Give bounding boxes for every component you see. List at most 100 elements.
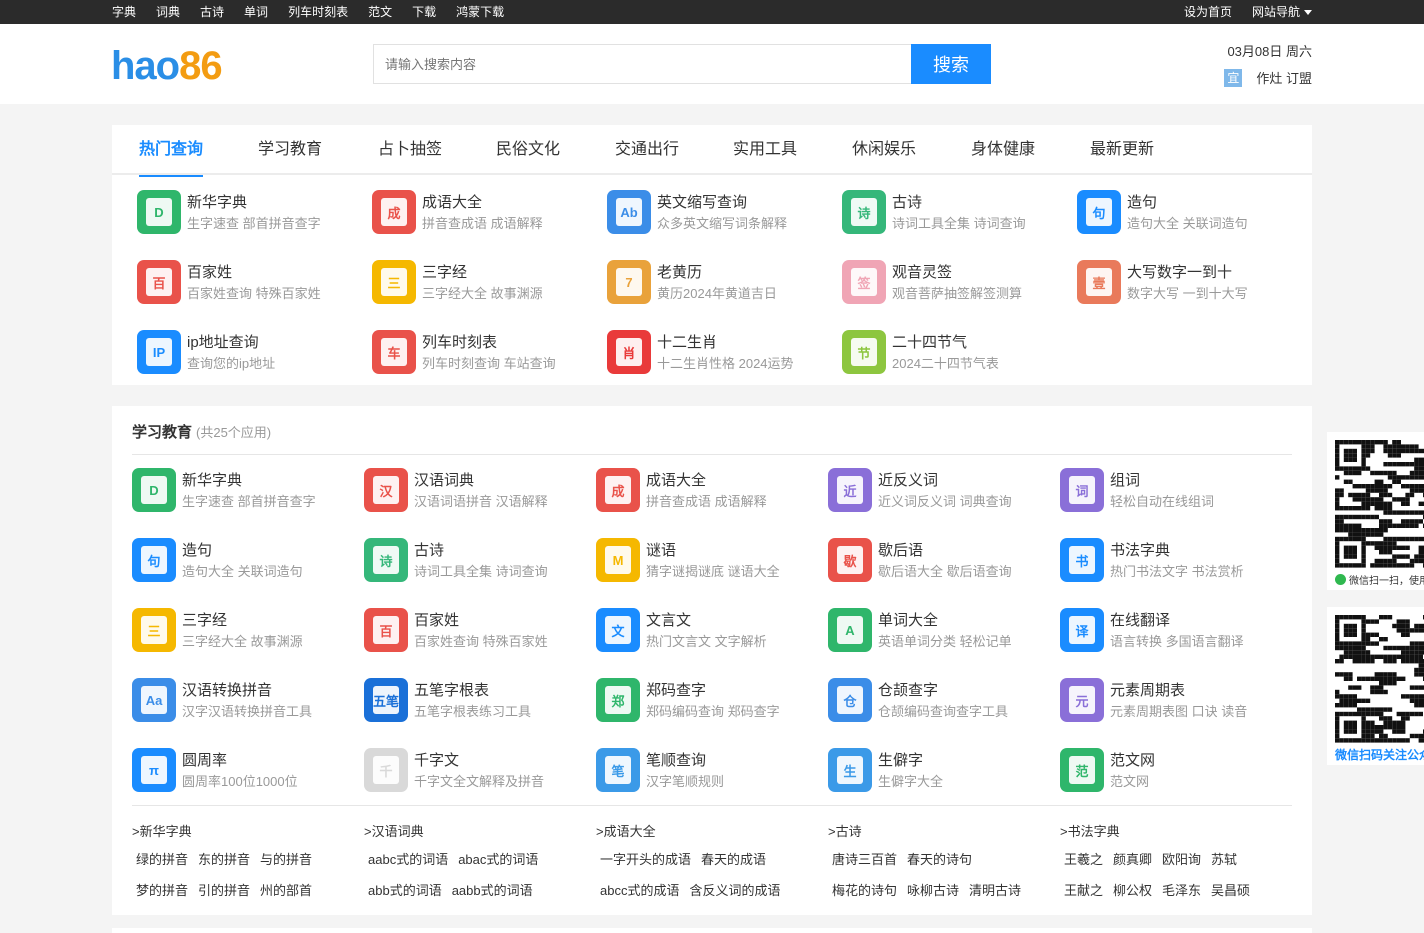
app-item[interactable]: 三三字经 三字经大全 故事渊源 (372, 257, 602, 307)
app-item[interactable]: 千千字文 千字文全文解释及拼音 (364, 745, 594, 795)
keyword-link[interactable]: 东的拼音 (198, 852, 250, 867)
tab-2[interactable]: 占卜抽签 (378, 125, 442, 175)
top-link[interactable]: 鸿蒙下载 (456, 0, 504, 24)
tab-0[interactable]: 热门查询 (139, 125, 204, 177)
tab-4[interactable]: 交通出行 (615, 125, 679, 175)
tab-3[interactable]: 民俗文化 (496, 125, 560, 175)
search-bar: 搜索 (373, 44, 991, 84)
app-item[interactable]: 车列车时刻表 列车时刻查询 车站查询 (372, 327, 602, 377)
app-item[interactable]: 百百家姓 百家姓查询 特殊百家姓 (137, 257, 367, 307)
app-item[interactable]: Ab 英文缩写查询 众多英文缩写词条解释 (607, 187, 837, 237)
app-item[interactable]: Aa 汉语转换拼音 汉字汉语转换拼音工具 (132, 675, 362, 725)
keyword-link[interactable]: aabc式的词语 (368, 852, 448, 867)
app-item[interactable]: 词组词 轻松自动在线组词 (1060, 465, 1290, 515)
app-item[interactable]: 句造句 造句大全 关联词造句 (132, 535, 362, 585)
top-link[interactable]: 下载 (412, 0, 436, 24)
keyword-link[interactable]: aabb式的词语 (452, 883, 533, 898)
app-item[interactable]: 句造句 造句大全 关联词造句 (1077, 187, 1307, 237)
top-link[interactable]: 列车时刻表 (288, 0, 348, 24)
set-home-link[interactable]: 设为首页 (1184, 0, 1232, 24)
app-item[interactable]: 笔笔顺查询 汉字笔顺规则 (596, 745, 826, 795)
app-item[interactable]: π 圆周率 圆周率100位1000位 (132, 745, 362, 795)
poem-icon: 诗 (842, 190, 886, 234)
app-item[interactable]: 成成语大全 拼音查成语 成语解释 (372, 187, 602, 237)
app-item[interactable]: IP ip地址查询 查询您的ip地址 (137, 327, 367, 377)
app-item[interactable]: 郑郑码查字 郑码编码查询 郑码查字 (596, 675, 826, 725)
keyword-row: 唐诗三百首 春天的诗句 (832, 849, 982, 868)
app-item[interactable]: 书书法字典 热门书法文字 书法赏析 (1060, 535, 1290, 585)
app-item[interactable]: 生生僻字 生僻字大全 (828, 745, 1058, 795)
almanac[interactable]: 宜 作灶 订盟 (1224, 68, 1312, 87)
keyword-link[interactable]: 春天的成语 (701, 852, 766, 867)
keyword-link[interactable]: 引的拼音 (198, 883, 250, 898)
keyword-link[interactable]: 梦的拼音 (136, 883, 188, 898)
keyword-group-title[interactable]: >书法字典 (1060, 821, 1120, 840)
app-item[interactable]: 签观音灵签 观音菩萨抽签解签测算 (842, 257, 1072, 307)
keyword-link[interactable]: 吴昌硕 (1211, 883, 1250, 898)
app-item[interactable]: M 谜语 猜字谜揭谜底 谜语大全 (596, 535, 826, 585)
app-item[interactable]: 近近反义词 近义词反义词 词典查询 (828, 465, 1058, 515)
keyword-group-title[interactable]: >新华字典 (132, 821, 192, 840)
app-item[interactable]: 壹大写数字一到十 数字大写 一到十大写 (1077, 257, 1307, 307)
tab-7[interactable]: 身体健康 (971, 125, 1035, 175)
keyword-link[interactable]: 咏柳古诗 (907, 883, 959, 898)
app-item[interactable]: 节二十四节气 2024二十四节气表 (842, 327, 1072, 377)
divider (132, 805, 1292, 806)
chinese-dict-icon: 汉 (364, 468, 408, 512)
app-item[interactable]: 百百家姓 百家姓查询 特殊百家姓 (364, 605, 594, 655)
keyword-link[interactable]: abb式的词语 (368, 883, 442, 898)
app-item[interactable]: 汉汉语词典 汉语词语拼音 汉语解释 (364, 465, 594, 515)
keyword-group-title[interactable]: >古诗 (828, 821, 862, 840)
app-item[interactable]: 三三字经 三字经大全 故事渊源 (132, 605, 362, 655)
keyword-link[interactable]: 苏轼 (1211, 852, 1237, 867)
top-link[interactable]: 古诗 (200, 0, 224, 24)
top-link[interactable]: 字典 (112, 0, 136, 24)
top-link[interactable]: 词典 (156, 0, 180, 24)
app-item[interactable]: 译在线翻译 语言转换 多国语言翻译 (1060, 605, 1290, 655)
keyword-link[interactable]: 与的拼音 (260, 852, 312, 867)
app-item[interactable]: 元元素周期表 元素周期表图 口诀 读音 (1060, 675, 1290, 725)
search-button[interactable]: 搜索 (911, 44, 991, 84)
keyword-link[interactable]: 州的部首 (260, 883, 312, 898)
app-item[interactable]: 五笔 五笔字根表 五笔字根表练习工具 (364, 675, 594, 725)
app-item[interactable]: D 新华字典 生字速查 部首拼音查字 (137, 187, 367, 237)
tab-5[interactable]: 实用工具 (733, 125, 797, 175)
keyword-link[interactable]: 清明古诗 (969, 883, 1021, 898)
app-item[interactable]: D 新华字典 生字速查 部首拼音查字 (132, 465, 362, 515)
keyword-link[interactable]: 春天的诗句 (907, 852, 972, 867)
logo[interactable]: hao86 (111, 44, 223, 88)
keyword-link[interactable]: 柳公权 (1113, 883, 1152, 898)
keyword-link[interactable]: 一字开头的成语 (600, 852, 691, 867)
tab-8[interactable]: 最新更新 (1090, 125, 1154, 175)
keyword-link[interactable]: 王羲之 (1064, 852, 1103, 867)
app-item[interactable]: 范范文网 范文网 (1060, 745, 1290, 795)
site-nav-link[interactable]: 网站导航 (1252, 0, 1312, 24)
keyword-link[interactable]: 颜真卿 (1113, 852, 1152, 867)
top-link[interactable]: 单词 (244, 0, 268, 24)
keyword-link[interactable]: abcc式的成语 (600, 883, 679, 898)
keyword-link[interactable]: 王献之 (1064, 883, 1103, 898)
keyword-group-title[interactable]: >汉语词典 (364, 821, 424, 840)
keyword-group-title[interactable]: >成语大全 (596, 821, 656, 840)
app-item[interactable]: 诗古诗 诗词工具全集 诗词查询 (364, 535, 594, 585)
app-item[interactable]: 歇歇后语 歇后语大全 歇后语查询 (828, 535, 1058, 585)
keyword-link[interactable]: 唐诗三百首 (832, 852, 897, 867)
keyword-link[interactable]: 绿的拼音 (136, 852, 188, 867)
tab-6[interactable]: 休闲娱乐 (852, 125, 916, 175)
top-link[interactable]: 范文 (368, 0, 392, 24)
app-item[interactable]: 文文言文 热门文言文 文字解析 (596, 605, 826, 655)
app-item[interactable]: 诗古诗 诗词工具全集 诗词查询 (842, 187, 1072, 237)
app-subtitle: 生僻字大全 (878, 774, 944, 789)
keyword-link[interactable]: 毛泽东 (1162, 883, 1201, 898)
app-item[interactable]: 肖十二生肖 十二生肖性格 2024运势 (607, 327, 837, 377)
keyword-link[interactable]: abac式的词语 (458, 852, 538, 867)
search-input[interactable] (373, 44, 911, 84)
app-item[interactable]: A 单词大全 英语单词分类 轻松记单 (828, 605, 1058, 655)
keyword-link[interactable]: 含反义词的成语 (689, 883, 780, 898)
keyword-link[interactable]: 欧阳询 (1162, 852, 1201, 867)
tab-1[interactable]: 学习教育 (258, 125, 322, 175)
keyword-link[interactable]: 梅花的诗句 (832, 883, 897, 898)
app-item[interactable]: 仓仓颉查字 仓颉编码查询查字工具 (828, 675, 1058, 725)
app-item[interactable]: 成成语大全 拼音查成语 成语解释 (596, 465, 826, 515)
app-item[interactable]: 7 老黄历 黄历2024年黄道吉日 (607, 257, 837, 307)
